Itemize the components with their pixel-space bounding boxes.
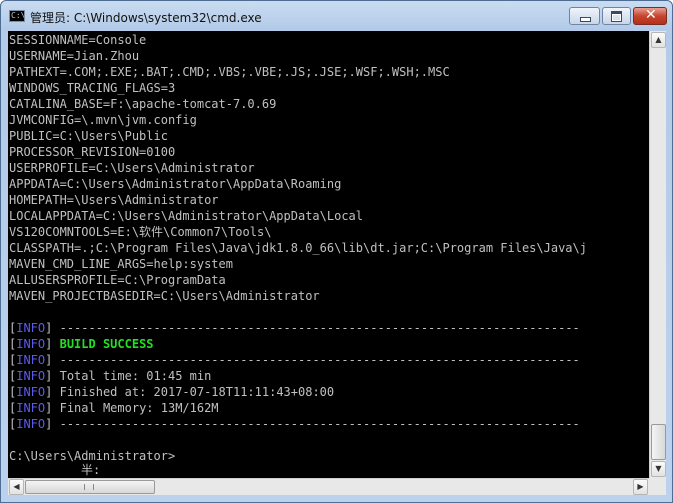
maximize-icon (611, 11, 622, 22)
info-text: ----------------------------------------… (59, 353, 580, 367)
scroll-down-button[interactable]: ▼ (651, 461, 666, 477)
console-line: PUBLIC=C:\Users\Public (9, 129, 168, 143)
console-line: [INFO] ---------------------------------… (9, 321, 580, 335)
info-tag: INFO (16, 385, 46, 399)
info-tag: INFO (16, 369, 46, 383)
minimize-icon (580, 17, 591, 22)
console-line: [INFO] ---------------------------------… (9, 353, 580, 367)
console-line: PATHEXT=.COM;.EXE;.BAT;.CMD;.VBS;.VBE;.J… (9, 65, 450, 79)
info-text: ----------------------------------------… (59, 417, 580, 431)
window-title: 管理员: C:\Windows\system32\cmd.exe (30, 11, 262, 25)
scroll-up-button[interactable]: ▲ (651, 32, 666, 48)
console-line: CATALINA_BASE=F:\apache-tomcat-7.0.69 (9, 97, 277, 111)
console-line: VS120COMNTOOLS=E:\软件\Common7\Tools\ (9, 225, 272, 239)
console-line: [INFO] Total time: 01:45 min (9, 369, 212, 383)
console-line: PROCESSOR_REVISION=0100 (9, 145, 176, 159)
info-tag: INFO (16, 353, 46, 367)
console-line: [INFO] ---------------------------------… (9, 417, 580, 431)
info-tag: INFO (16, 417, 46, 431)
console-line: MAVEN_CMD_LINE_ARGS=help:system (9, 257, 233, 271)
build-success-text: BUILD SUCCESS (59, 337, 154, 351)
ime-status: 半: (81, 463, 101, 477)
console-line: MAVEN_PROJECTBASEDIR=C:\Users\Administra… (9, 289, 320, 303)
scroll-right-button[interactable]: ▶ (633, 479, 648, 495)
info-tag: INFO (16, 337, 46, 351)
vertical-scrollbar[interactable]: ▲ ▼ (649, 31, 666, 478)
maximize-button[interactable] (602, 7, 631, 25)
resize-grip[interactable] (649, 478, 666, 495)
cmd-window: C:\ 管理员: C:\Windows\system32\cmd.exe ✕ S… (0, 0, 673, 503)
console-line: WINDOWS_TRACING_FLAGS=3 (9, 81, 176, 95)
info-text: ----------------------------------------… (59, 321, 580, 335)
close-button[interactable]: ✕ (633, 7, 667, 25)
horizontal-scroll-thumb[interactable] (25, 480, 155, 494)
console-line: JVMCONFIG=\.mvn\jvm.config (9, 113, 197, 127)
scroll-left-button[interactable]: ◀ (9, 479, 24, 495)
console-line: SESSIONNAME=Console (9, 33, 147, 47)
console-line: [INFO] Final Memory: 13M/162M (9, 401, 219, 415)
info-text: Final Memory: 13M/162M (59, 401, 219, 415)
cmd-app-icon[interactable]: C:\ (9, 10, 25, 22)
info-text: Finished at: 2017-07-18T11:11:43+08:00 (59, 385, 335, 399)
console-output[interactable]: SESSIONNAME=Console USERNAME=Jian.Zhou PAT… (8, 31, 649, 478)
console-line: USERPROFILE=C:\Users\Administrator (9, 161, 255, 175)
console-line: HOMEPATH=\Users\Administrator (9, 193, 219, 207)
close-icon: ✕ (645, 7, 657, 23)
console-line: CLASSPATH=.;C:\Program Files\Java\jdk1.8… (9, 241, 587, 255)
info-text: Total time: 01:45 min (59, 369, 212, 383)
info-tag: INFO (16, 321, 46, 335)
console-line: LOCALAPPDATA=C:\Users\Administrator\AppD… (9, 209, 364, 223)
minimize-button[interactable] (569, 7, 600, 25)
title-bar[interactable]: C:\ 管理员: C:\Windows\system32\cmd.exe ✕ (1, 1, 672, 31)
console-line: [INFO] BUILD SUCCESS (9, 337, 154, 351)
horizontal-scrollbar[interactable]: ◀ ▶ (8, 478, 649, 495)
console-line: APPDATA=C:\Users\Administrator\AppData\R… (9, 177, 342, 191)
console-line: USERNAME=Jian.Zhou (9, 49, 140, 63)
console-line: [INFO] Finished at: 2017-07-18T11:11:43+… (9, 385, 335, 399)
console-line: ALLUSERSPROFILE=C:\ProgramData (9, 273, 226, 287)
vertical-scroll-thumb[interactable] (651, 424, 666, 460)
info-tag: INFO (16, 401, 46, 415)
